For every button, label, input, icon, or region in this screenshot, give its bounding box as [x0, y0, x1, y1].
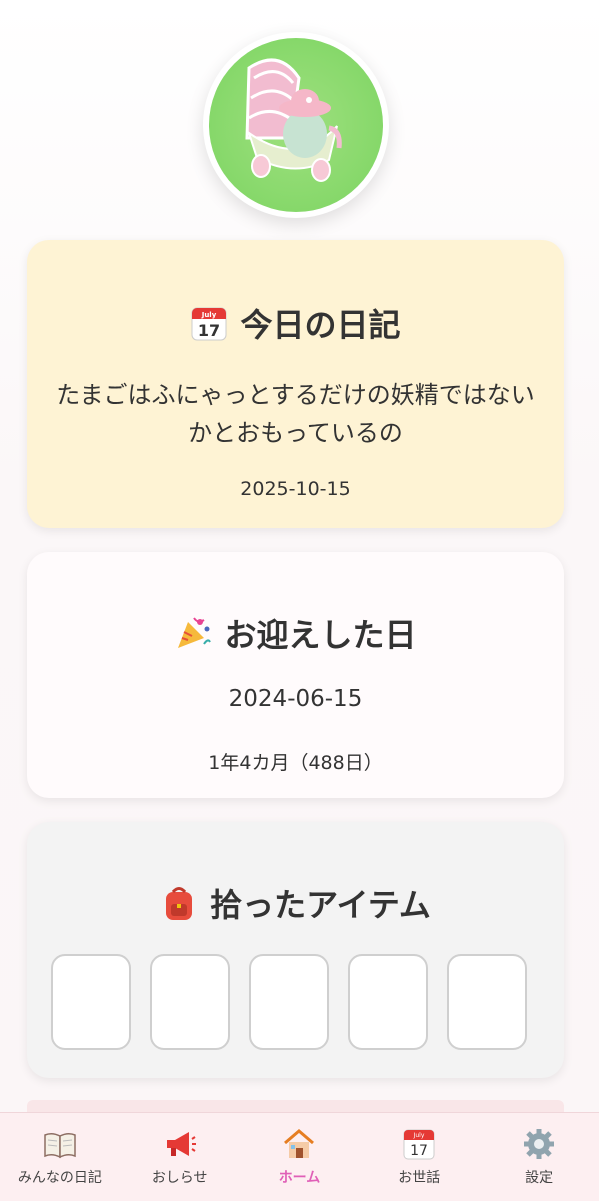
diary-title: 今日の日記: [240, 306, 401, 344]
diary-card-title: July 17 今日の日記: [27, 300, 564, 346]
item-slot[interactable]: [348, 954, 428, 1050]
diary-date: 2025-10-15: [240, 478, 351, 500]
megaphone-icon: [166, 1132, 196, 1156]
pet-avatar-frame[interactable]: [203, 32, 389, 218]
item-slot[interactable]: [249, 954, 329, 1050]
nav-label: ホーム: [278, 1170, 321, 1186]
item-slot[interactable]: [150, 954, 230, 1050]
diary-card[interactable]: July 17 今日の日記 たまごはふにゃっとするだけの妖精ではないかとおもって…: [27, 240, 564, 528]
house-icon: [284, 1129, 315, 1158]
welcome-title: お迎えした日: [224, 616, 417, 654]
item-slot[interactable]: [51, 954, 131, 1050]
nav-label: みんなの日記: [17, 1170, 102, 1186]
nav-item-home[interactable]: ホーム: [249, 1127, 349, 1187]
party-popper-icon: [178, 617, 212, 648]
items-title: 拾ったアイテム: [210, 886, 431, 924]
welcome-card-title: お迎えした日: [27, 610, 564, 656]
svg-text:17: 17: [410, 1143, 428, 1159]
nav-label: おしらせ: [151, 1170, 208, 1186]
nav-item-settings[interactable]: 設定: [489, 1127, 589, 1187]
items-card: 拾ったアイテム: [27, 822, 564, 1078]
svg-text:July: July: [201, 311, 217, 319]
nav-label: 設定: [525, 1170, 554, 1186]
item-slot[interactable]: [447, 954, 527, 1050]
nav-item-care[interactable]: July 17 お世話: [369, 1127, 469, 1187]
nav-item-diaries[interactable]: みんなの日記: [10, 1127, 110, 1187]
welcome-duration: 1年4カ月（488日）: [208, 752, 383, 774]
welcome-day-card[interactable]: お迎えした日 2024-06-15 1年4カ月（488日）: [27, 552, 564, 798]
bottom-navigation: みんなの日記 おしらせ ホーム July 17 お世話 設定: [0, 1112, 599, 1201]
welcome-date: 2024-06-15: [228, 686, 363, 712]
diary-text: たまごはふにゃっとするだけの妖精ではないかとおもっているの: [56, 381, 535, 447]
gear-icon: [524, 1129, 555, 1159]
pet-avatar: [209, 38, 383, 212]
book-icon: [44, 1132, 76, 1159]
nav-label: お世話: [398, 1170, 441, 1186]
calendar-icon: July 17: [403, 1129, 435, 1160]
item-slots: [51, 954, 527, 1050]
nav-item-news[interactable]: おしらせ: [130, 1127, 230, 1187]
svg-text:July: July: [413, 1132, 425, 1139]
items-card-title: 拾ったアイテム: [27, 880, 564, 926]
svg-text:17: 17: [198, 321, 220, 340]
backpack-icon: [166, 887, 193, 920]
calendar-icon: July 17: [191, 307, 227, 341]
